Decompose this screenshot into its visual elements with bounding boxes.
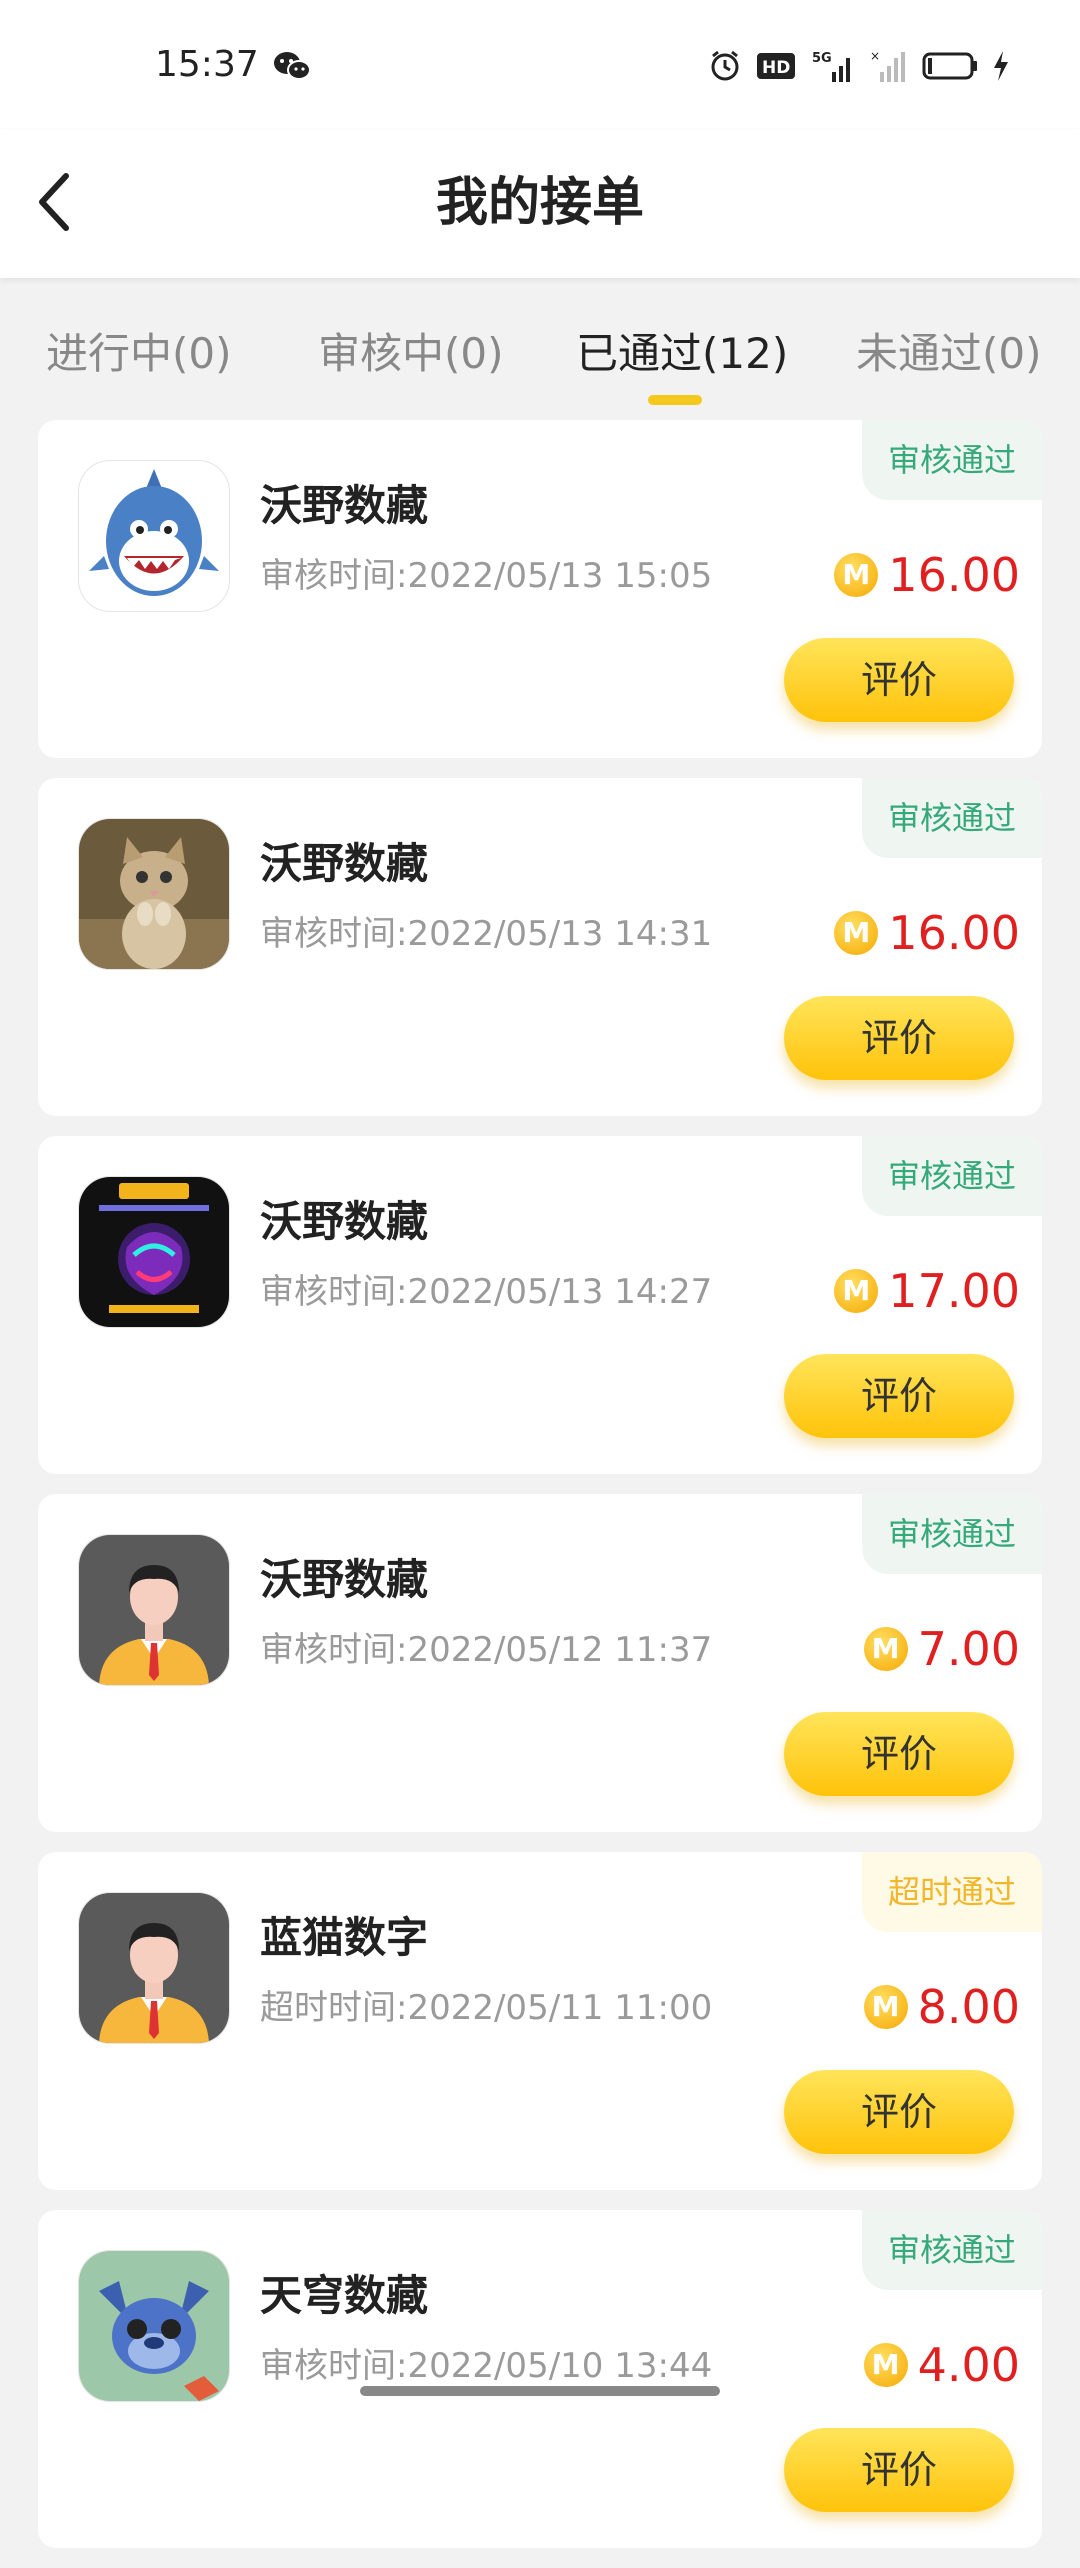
reward: M 17.00	[834, 1264, 1020, 1318]
reward: M 16.00	[834, 548, 1020, 602]
charging-icon	[992, 50, 1010, 86]
home-indicator[interactable]	[360, 2386, 720, 2396]
coin-icon: M	[834, 553, 879, 597]
order-title: 沃野数藏	[260, 1197, 429, 1246]
reward-amount: 7.00	[917, 1622, 1020, 1676]
svg-text:HD: HD	[762, 58, 790, 78]
order-time: 审核时间:2022/05/13 14:27	[260, 1272, 713, 1312]
alarm-icon	[708, 49, 742, 87]
tab-under-review[interactable]: 审核中(0)	[318, 320, 504, 381]
status-badge: 超时通过	[862, 1852, 1042, 1932]
coin-icon: M	[834, 911, 879, 955]
svg-text:×: ×	[870, 49, 880, 63]
status-tabs: 进行中(0) 审核中(0) 已通过(12) 未通过(0)	[0, 280, 1080, 410]
status-badge: 审核通过	[862, 1494, 1042, 1574]
status-badge: 审核通过	[862, 778, 1042, 858]
reward-amount: 16.00	[888, 548, 1020, 602]
reward-amount: 17.00	[888, 1264, 1020, 1318]
reward: M 16.00	[834, 906, 1020, 960]
page-header: 我的接单	[0, 130, 1080, 278]
coin-icon: M	[863, 1627, 908, 1671]
rate-button[interactable]: 评价	[784, 996, 1014, 1080]
reward-amount: 8.00	[917, 1980, 1020, 2034]
order-time: 审核时间:2022/05/12 11:37	[260, 1630, 713, 1670]
order-time: 审核时间:2022/05/10 13:44	[260, 2346, 713, 2386]
signal-icon: ×	[868, 48, 908, 88]
hd-icon: HD	[756, 51, 796, 85]
order-card[interactable]: 沃野数藏 审核时间:2022/05/13 15:05 审核通过 M 16.00 …	[38, 420, 1042, 758]
active-tab-indicator	[648, 395, 702, 405]
rate-button[interactable]: 评价	[784, 2428, 1014, 2512]
signal-5g-icon: 5G	[810, 48, 854, 88]
coin-icon: M	[834, 1269, 879, 1313]
order-card[interactable]: 沃野数藏 审核时间:2022/05/12 11:37 审核通过 M 7.00 评…	[38, 1494, 1042, 1832]
page-title: 我的接单	[435, 173, 644, 233]
status-badge: 审核通过	[862, 420, 1042, 500]
order-title: 蓝猫数字	[260, 1913, 429, 1962]
reward-amount: 16.00	[888, 906, 1020, 960]
rate-button[interactable]: 评价	[784, 2070, 1014, 2154]
status-badge: 审核通过	[862, 1136, 1042, 1216]
status-badge: 审核通过	[862, 2210, 1042, 2290]
rate-button[interactable]: 评价	[784, 1354, 1014, 1438]
tab-in-progress[interactable]: 进行中(0)	[46, 320, 232, 381]
order-card[interactable]: 沃野数藏 审核时间:2022/05/13 14:27 审核通过 M 17.00 …	[38, 1136, 1042, 1474]
reward: M 4.00	[863, 2338, 1020, 2392]
status-time: 15:37	[155, 44, 259, 85]
tab-rejected[interactable]: 未通过(0)	[856, 320, 1042, 381]
status-bar: 15:37 HD 5G ×	[0, 0, 1080, 130]
reward-amount: 4.00	[917, 2338, 1020, 2392]
order-title: 沃野数藏	[260, 481, 429, 530]
order-time: 审核时间:2022/05/13 15:05	[260, 556, 713, 596]
rate-button[interactable]: 评价	[784, 638, 1014, 722]
coin-icon: M	[863, 1985, 908, 2029]
order-list: 沃野数藏 审核时间:2022/05/13 15:05 审核通过 M 16.00 …	[38, 420, 1042, 2568]
rate-button[interactable]: 评价	[784, 1712, 1014, 1796]
coin-icon: M	[863, 2343, 908, 2387]
shark-avatar	[78, 460, 230, 612]
default-user-avatar	[78, 1892, 230, 2044]
order-card[interactable]: 蓝猫数字 超时时间:2022/05/11 11:00 超时通过 M 8.00 评…	[38, 1852, 1042, 2190]
svg-text:5G: 5G	[812, 51, 832, 66]
order-title: 沃野数藏	[260, 1555, 429, 1604]
order-title: 天穹数藏	[260, 2271, 429, 2320]
reward: M 7.00	[863, 1622, 1020, 1676]
wechat-icon	[272, 50, 312, 82]
cat-avatar	[78, 818, 230, 970]
battery-icon	[922, 51, 978, 85]
order-card[interactable]: 沃野数藏 审核时间:2022/05/13 14:31 审核通过 M 16.00 …	[38, 778, 1042, 1116]
order-time: 审核时间:2022/05/13 14:31	[260, 914, 713, 954]
nft-art-avatar	[78, 1176, 230, 1328]
order-title: 沃野数藏	[260, 839, 429, 888]
stitch-avatar	[78, 2250, 230, 2402]
order-card[interactable]: 天穹数藏 审核时间:2022/05/10 13:44 审核通过 M 4.00 评…	[38, 2210, 1042, 2548]
order-time: 超时时间:2022/05/11 11:00	[260, 1988, 713, 2028]
tab-approved[interactable]: 已通过(12)	[576, 320, 788, 381]
default-user-avatar	[78, 1534, 230, 1686]
reward: M 8.00	[863, 1980, 1020, 2034]
